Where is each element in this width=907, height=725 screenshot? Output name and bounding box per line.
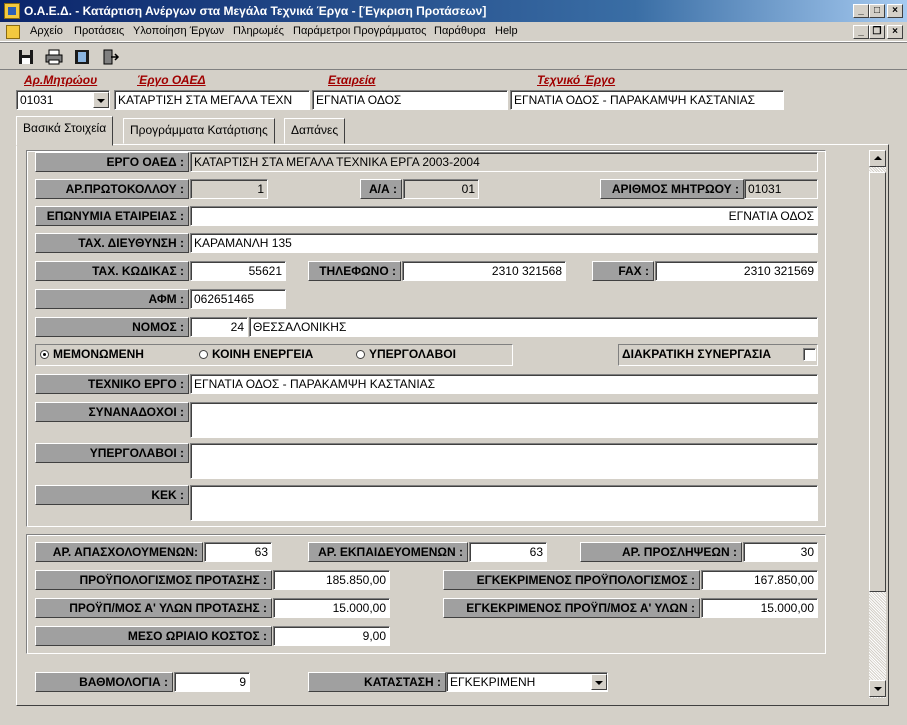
window-title: Ο.Α.Ε.Δ. - Κατάρτιση Ανέργων στα Μεγάλα … xyxy=(24,4,487,18)
vathmologia-field[interactable]: 9 xyxy=(174,672,250,692)
katastasi-label: ΚΑΤΑΣΤΑΣΗ : xyxy=(308,672,446,692)
menu-proposals[interactable]: Προτάσεις xyxy=(74,25,124,37)
proypologismos-field[interactable]: 185.850,00 xyxy=(273,570,390,590)
proypologismos-ylon-label: ΠΡΟΫΠ/ΜΟΣ Α' ΥΛΩΝ ΠΡΟΤΑΣΗΣ : xyxy=(35,598,272,618)
tech-project-label: Τεχνικό Έργο xyxy=(537,73,616,87)
menu-file[interactable]: Αρχείο xyxy=(30,25,63,37)
vathmologia-label: ΒΑΘΜΟΛΟΓΙΑ : xyxy=(35,672,173,692)
title-bar[interactable]: Ο.Α.Ε.Δ. - Κατάρτιση Ανέργων στα Μεγάλα … xyxy=(0,0,907,22)
scroll-down-button[interactable] xyxy=(869,680,886,697)
proypologismos-label: ΠΡΟΫΠΟΛΟΓΙΣΜΟΣ ΠΡΟΤΑΣΗΣ : xyxy=(35,570,272,590)
ergo-oaed-label: ΕΡΓΟ ΟΑΕΔ : xyxy=(35,152,189,172)
apasxoloumenon-field[interactable]: 63 xyxy=(204,542,272,562)
synanadoxoi-label: ΣΥΝΑΝΑΔΟΧΟΙ : xyxy=(35,402,189,422)
ar-protokollou-label: ΑΡ.ΠΡΩΤΟΚΟΛΛΟΥ : xyxy=(35,179,189,199)
ar-mitroou-label: ΑΡΙΘΜΟΣ ΜΗΤΡΩΟΥ : xyxy=(600,179,744,199)
meso-kostos-field[interactable]: 9,00 xyxy=(273,626,390,646)
oaed-project-field[interactable]: ΚΑΤΑΡΤΙΣΗ ΣΤΑ ΜΕΓΑΛΑ ΤΕΧΝ xyxy=(114,90,310,110)
ar-mitroou-field[interactable]: 01031 xyxy=(744,179,818,199)
maximize-button[interactable]: □ xyxy=(869,4,885,18)
mdi-minimize-button[interactable]: _ xyxy=(853,25,869,39)
tilefono-label: ΤΗΛΕΦΩΝΟ : xyxy=(308,261,401,281)
dieythynsi-field[interactable]: ΚΑΡΑΜΑΝΛΗ 135 xyxy=(190,233,818,253)
toolbar xyxy=(0,42,907,70)
registry-dropdown-arrow[interactable] xyxy=(93,92,109,108)
dieythynsi-label: ΤΑΧ. ΔΙΕΥΘΥΝΣΗ : xyxy=(35,233,189,253)
menu-help[interactable]: Help xyxy=(495,25,518,37)
radio-ypergolavoi[interactable]: ΥΠΕΡΓΟΛΑΒΟΙ xyxy=(356,347,456,361)
print-icon[interactable] xyxy=(44,47,64,67)
document-icon[interactable] xyxy=(6,25,20,39)
diakratiki-label: ΔΙΑΚΡΑΤΙΚΗ ΣΥΝΕΡΓΑΣΙΑ xyxy=(622,347,772,361)
scroll-up-button[interactable] xyxy=(869,150,886,167)
menu-parameters[interactable]: Παράμετροι Προγράμματος xyxy=(293,25,426,37)
texniko-ergo-label: ΤΕΧΝΙΚΟ ΕΡΓΟ : xyxy=(35,374,189,394)
proslipseon-field[interactable]: 30 xyxy=(743,542,818,562)
tab-training-programs[interactable]: Προγράμματα Κατάρτισης xyxy=(123,118,275,144)
registry-label: Αρ.Μητρώου xyxy=(24,73,98,87)
proslipseon-label: ΑΡ. ΠΡΟΣΛΗΨΕΩΝ : xyxy=(580,542,742,562)
meso-kostos-label: ΜΕΣΟ ΩΡΙΑΙΟ ΚΟΣΤΟΣ : xyxy=(35,626,272,646)
aa-field[interactable]: 01 xyxy=(403,179,479,199)
apasxoloumenon-label: ΑΡ. ΑΠΑΣΧΟΛΟΥΜΕΝΩΝ: xyxy=(35,542,203,562)
menu-windows[interactable]: Παράθυρα xyxy=(434,25,486,37)
egkr-ylon-label: ΕΓΚΕΚΡΙΜΕΝΟΣ ΠΡΟΫΠ/ΜΟΣ Α' ΥΛΩΝ : xyxy=(443,598,700,618)
mdi-close-button[interactable]: × xyxy=(887,25,903,39)
menu-payments[interactable]: Πληρωμές xyxy=(233,25,284,37)
afm-label: ΑΦΜ : xyxy=(35,289,189,309)
tk-field[interactable]: 55621 xyxy=(190,261,286,281)
scroll-thumb[interactable] xyxy=(869,172,886,592)
ergo-oaed-field[interactable]: ΚΑΤΑΡΤΙΣΗ ΣΤΑ ΜΕΓΑΛΑ ΤΕΧΝΙΚΑ ΕΡΓΑ 2003-2… xyxy=(190,152,818,172)
katastasi-combo[interactable]: ΕΓΚΕΚΡΙΜΕΝΗ xyxy=(446,672,608,692)
ypergolavoi-label: ΥΠΕΡΓΟΛΑΒΟΙ : xyxy=(35,443,189,463)
radio-koini-energeia[interactable]: ΚΟΙΝΗ ΕΝΕΡΓΕΙΑ xyxy=(199,347,313,361)
fax-field[interactable]: 2310 321569 xyxy=(655,261,818,281)
diakratiki-checkbox[interactable] xyxy=(803,348,816,361)
company-label: Εταιρεία xyxy=(328,73,376,87)
nomos-label: ΝΟΜΟΣ : xyxy=(35,317,189,337)
radio-dot-icon xyxy=(40,350,49,359)
app-icon xyxy=(4,3,20,19)
egkr-proypologismos-field[interactable]: 167.850,00 xyxy=(701,570,818,590)
film-icon[interactable] xyxy=(72,47,92,67)
minimize-button[interactable]: _ xyxy=(853,4,869,18)
radio-memonomeni[interactable]: ΜΕΜΟΝΩΜΕΝΗ xyxy=(40,347,144,361)
eponymia-field[interactable]: ΕΓΝΑΤΙΑ ΟΔΟΣ xyxy=(190,206,818,226)
radio-dot-icon xyxy=(199,350,208,359)
vertical-scrollbar[interactable] xyxy=(869,150,886,698)
radio-dot-icon xyxy=(356,350,365,359)
ekpaideyomenon-label: ΑΡ. ΕΚΠΑΙΔΕΥΟΜΕΝΩΝ : xyxy=(308,542,468,562)
katastasi-dropdown-arrow[interactable] xyxy=(591,674,607,690)
kek-label: ΚΕΚ : xyxy=(35,485,189,505)
afm-field[interactable]: 062651465 xyxy=(190,289,286,309)
tk-label: ΤΑΧ. ΚΩΔΙΚΑΣ : xyxy=(35,261,189,281)
egkr-proypologismos-label: ΕΓΚΕΚΡΙΜΕΝΟΣ ΠΡΟΫΠΟΛΟΓΙΣΜΟΣ : xyxy=(443,570,700,590)
texniko-ergo-field[interactable]: ΕΓΝΑΤΙΑ ΟΔΟΣ - ΠΑΡΑΚΑΜΨΗ ΚΑΣΤΑΝΙΑΣ xyxy=(190,374,818,394)
mdi-restore-button[interactable]: ❐ xyxy=(869,25,885,39)
nomos-code-field[interactable]: 24 xyxy=(190,317,248,337)
menu-bar: Αρχείο Προτάσεις Υλοποίηση Έργων Πληρωμέ… xyxy=(0,22,907,42)
kek-field[interactable] xyxy=(190,485,818,521)
ar-protokollou-field[interactable]: 1 xyxy=(190,179,268,199)
close-button[interactable]: × xyxy=(887,4,903,18)
proypologismos-ylon-field[interactable]: 15.000,00 xyxy=(273,598,390,618)
oaed-project-label: Έργο ΟΑΕΔ xyxy=(137,73,206,87)
fax-label: FAX : xyxy=(592,261,654,281)
tab-expenses[interactable]: Δαπάνες xyxy=(284,118,346,144)
company-field[interactable]: ΕΓΝΑΤΙΑ ΟΔΟΣ xyxy=(312,90,508,110)
ypergolavoi-field[interactable] xyxy=(190,443,818,479)
synanadoxoi-field[interactable] xyxy=(190,402,818,438)
eponymia-label: ΕΠΩΝΥΜΙΑ ΕΤΑΙΡΕΙΑΣ : xyxy=(35,206,189,226)
menu-implementation[interactable]: Υλοποίηση Έργων xyxy=(133,25,224,37)
egkr-ylon-field[interactable]: 15.000,00 xyxy=(701,598,818,618)
exit-icon[interactable] xyxy=(100,47,120,67)
tilefono-field[interactable]: 2310 321568 xyxy=(402,261,566,281)
save-icon[interactable] xyxy=(16,47,36,67)
ekpaideyomenon-field[interactable]: 63 xyxy=(469,542,547,562)
tab-basic-info[interactable]: Βασικά Στοιχεία xyxy=(16,116,114,146)
nomos-name-field[interactable]: ΘΕΣΣΑΛΟΝΙΚΗΣ xyxy=(249,317,818,337)
aa-label: Α/Α : xyxy=(360,179,402,199)
tech-project-field[interactable]: ΕΓΝΑΤΙΑ ΟΔΟΣ - ΠΑΡΑΚΑΜΨΗ ΚΑΣΤΑΝΙΑΣ xyxy=(510,90,784,110)
